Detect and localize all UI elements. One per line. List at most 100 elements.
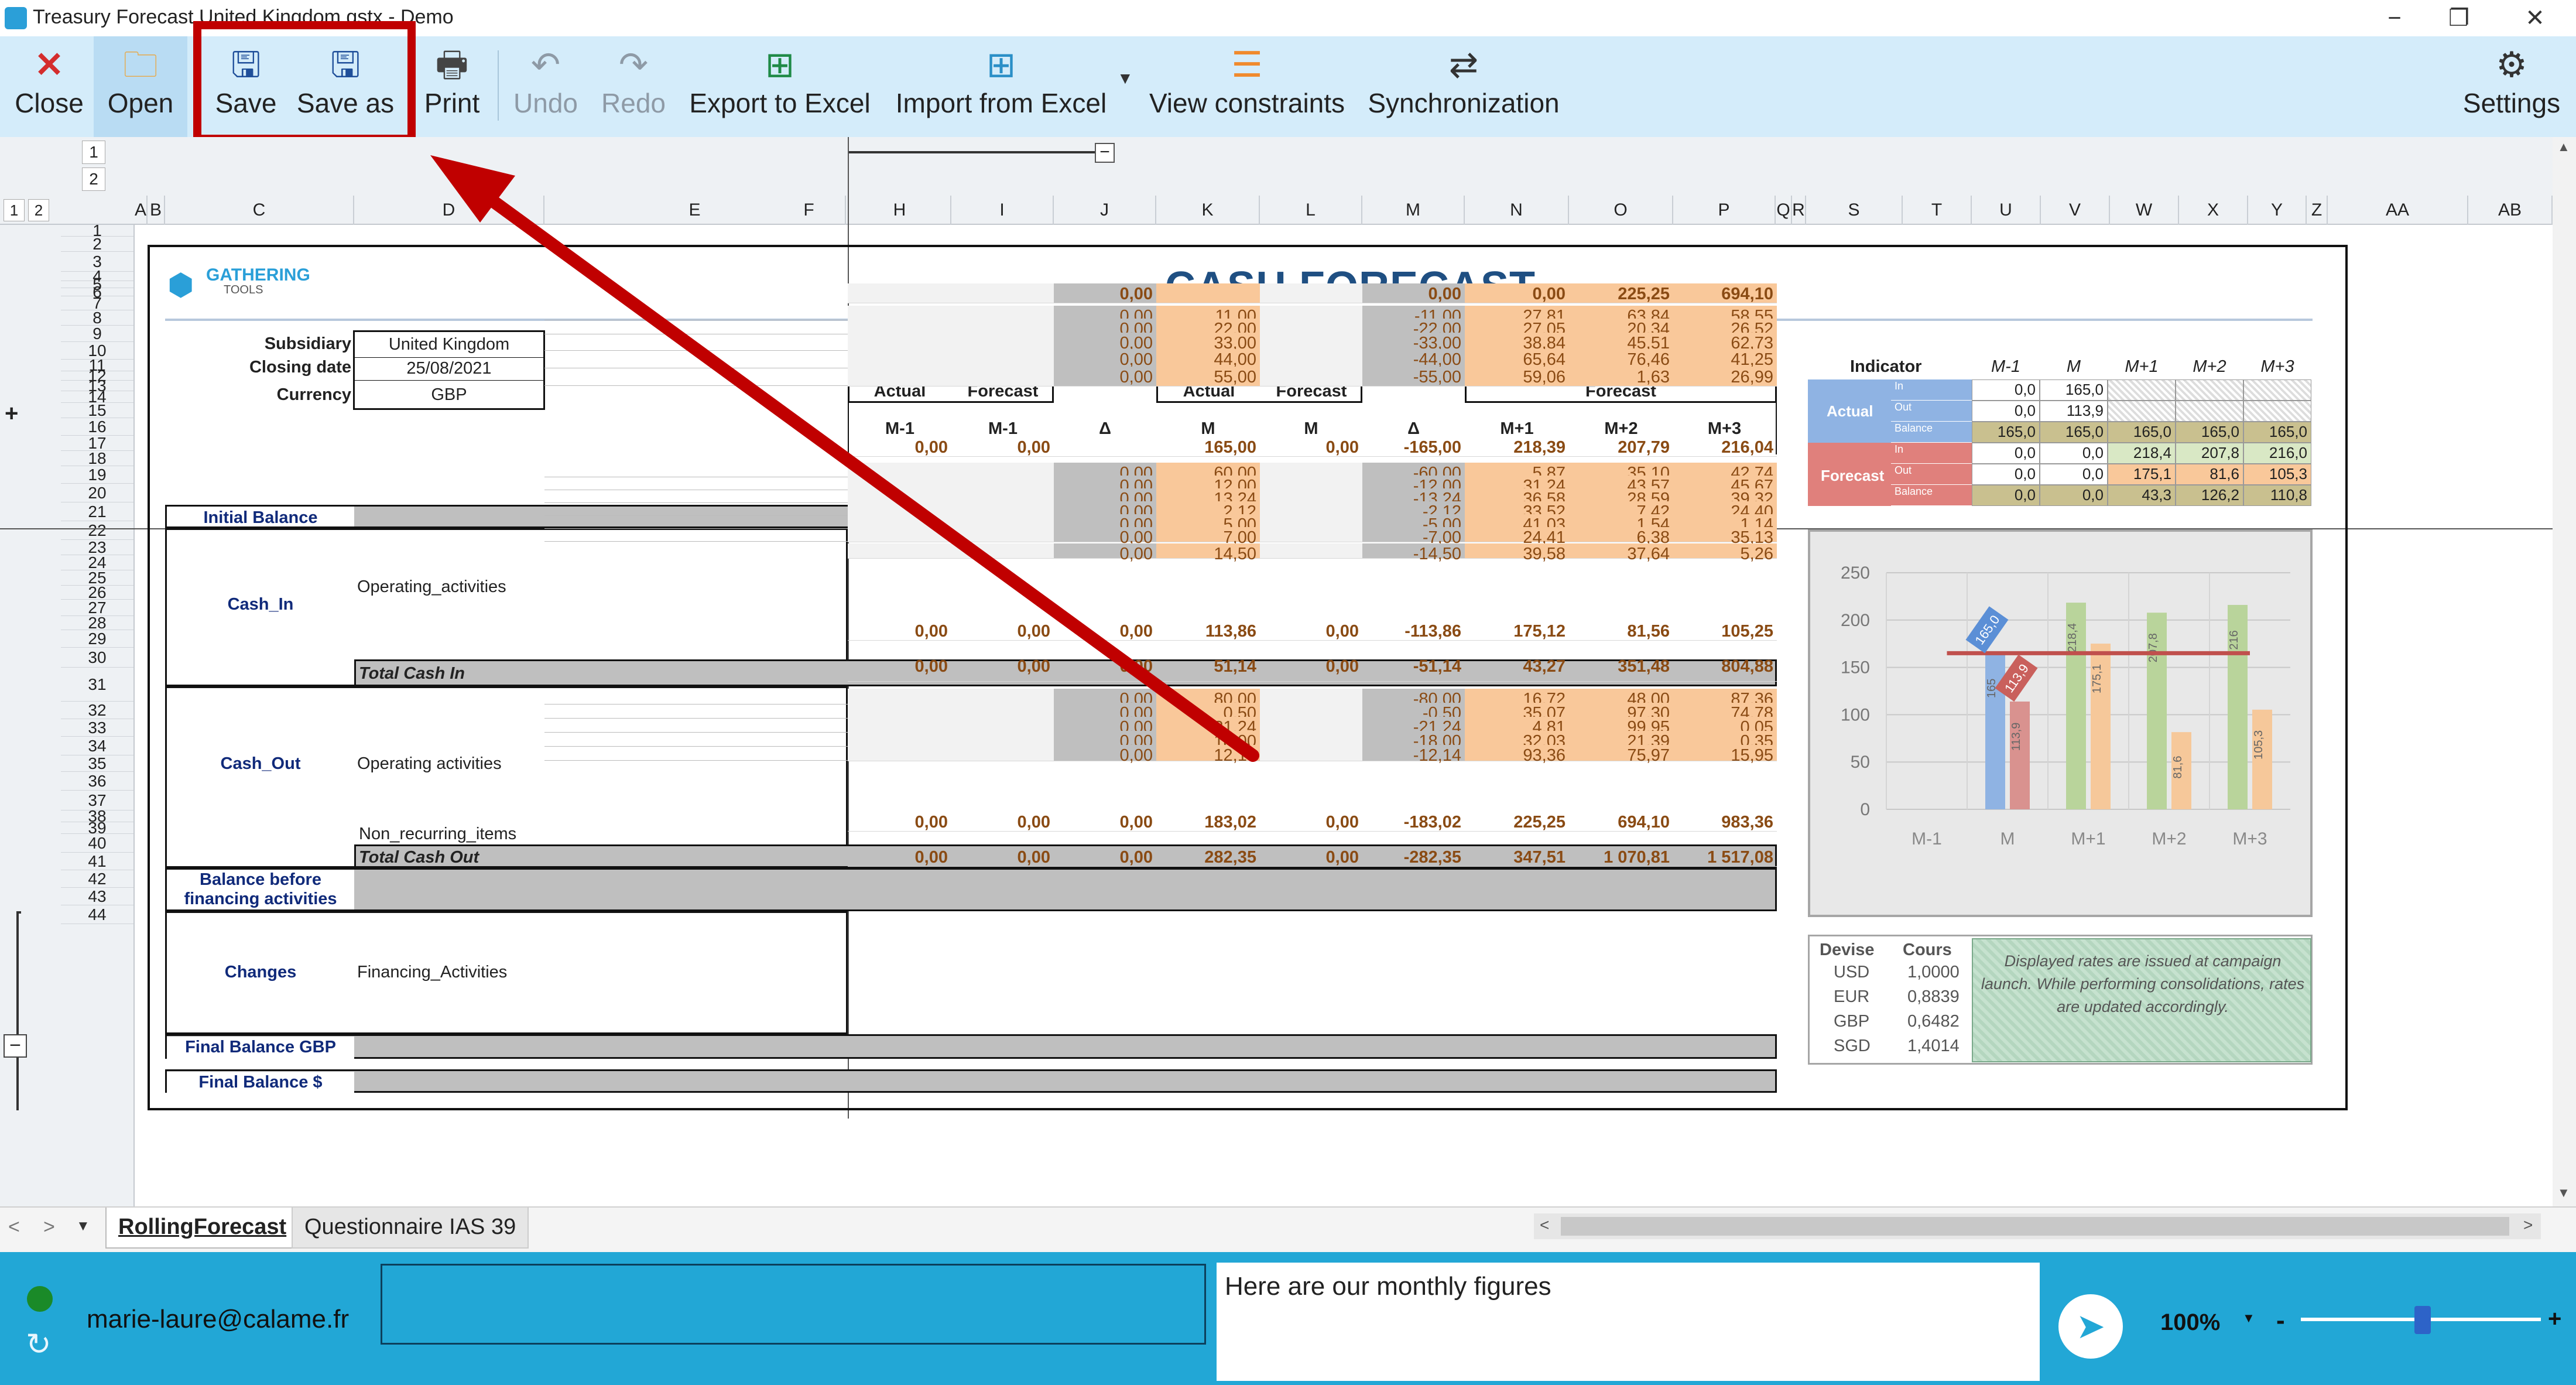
cell[interactable]: 347,51 <box>1465 847 1569 867</box>
cell[interactable]: 183,02 <box>1156 812 1260 832</box>
minimize-button[interactable]: − <box>2365 0 2424 36</box>
cell[interactable]: 39,58 <box>1465 543 1569 563</box>
cell[interactable] <box>1260 527 1362 542</box>
cell[interactable]: -12,14 <box>1362 745 1465 765</box>
zoom-slider-thumb[interactable] <box>2414 1306 2431 1334</box>
row-header-2[interactable]: 2 <box>61 236 133 252</box>
cell[interactable]: 0,00 <box>848 812 951 832</box>
row-header-43[interactable]: 43 <box>61 888 133 905</box>
cell[interactable]: 24,41 <box>1465 527 1569 547</box>
cell[interactable] <box>848 527 951 542</box>
col-header-d[interactable]: D <box>354 196 544 225</box>
cell[interactable]: 694,10 <box>1569 812 1673 832</box>
cell[interactable]: 694,10 <box>1673 283 1777 303</box>
cell[interactable] <box>951 543 1054 559</box>
cell[interactable] <box>848 367 951 387</box>
row-header-36[interactable]: 36 <box>61 772 133 791</box>
tab-list-dropdown-icon[interactable]: ▼ <box>76 1218 90 1234</box>
row-header-40[interactable]: 40 <box>61 834 133 853</box>
chat-message-input[interactable]: Here are our monthly figures <box>1217 1263 2040 1381</box>
col-header-f[interactable]: F <box>770 196 849 225</box>
col-header-i[interactable]: I <box>951 196 1054 225</box>
cell[interactable]: 43,27 <box>1465 656 1569 682</box>
cell[interactable]: 0,00 <box>848 621 951 641</box>
cell[interactable] <box>1260 543 1362 559</box>
col-header-j[interactable]: J <box>1054 196 1156 225</box>
cell[interactable]: 93,36 <box>1465 745 1569 765</box>
col-header-y[interactable]: Y <box>2248 196 2307 225</box>
row-level-2-button[interactable]: 2 <box>28 199 49 221</box>
row-header-19[interactable]: 19 <box>61 466 133 484</box>
cell[interactable]: 0,00 <box>1260 437 1362 457</box>
col-header-b[interactable]: B <box>148 196 165 225</box>
cell[interactable]: 175,12 <box>1465 621 1569 641</box>
cell[interactable] <box>951 349 1054 369</box>
row-header-22[interactable]: 22 <box>61 521 133 540</box>
cell[interactable]: 0,00 <box>1054 745 1156 765</box>
zoom-plus[interactable]: + <box>2548 1304 2561 1334</box>
cell[interactable]: 225,25 <box>1569 283 1673 303</box>
row-header-15[interactable]: 15 <box>61 402 133 419</box>
row-header-20[interactable]: 20 <box>61 484 133 502</box>
col-header-k[interactable]: K <box>1156 196 1260 225</box>
cell[interactable]: 0,00 <box>951 437 1054 457</box>
cell[interactable]: 165,00 <box>1156 437 1260 457</box>
cell[interactable]: 0,00 <box>1054 812 1156 832</box>
col-header-p[interactable]: P <box>1673 196 1776 225</box>
cell[interactable]: 15,95 <box>1673 745 1777 765</box>
cell[interactable]: 51,14 <box>1156 656 1260 682</box>
row-header-39[interactable]: 39 <box>61 820 133 836</box>
row-header-29[interactable]: 29 <box>61 630 133 648</box>
cell[interactable]: -14,50 <box>1362 543 1465 563</box>
cell[interactable]: 0,00 <box>1054 349 1156 369</box>
col-header-t[interactable]: T <box>1903 196 1972 225</box>
cell[interactable]: 0,00 <box>1054 527 1156 547</box>
cell[interactable]: 6,38 <box>1569 527 1673 547</box>
cell[interactable]: 14,50 <box>1156 543 1260 563</box>
import-dropdown-chevron-icon[interactable]: ▼ <box>1117 69 1133 88</box>
col-header-aa[interactable]: AA <box>2328 196 2468 225</box>
cell[interactable]: 113,86 <box>1156 621 1260 641</box>
h-scroll-left-icon[interactable]: < <box>1540 1216 1549 1234</box>
cell[interactable]: 1 517,08 <box>1673 847 1777 867</box>
col-header-q[interactable]: Q <box>1776 196 1792 225</box>
open-button[interactable]: 🗀 Open <box>94 36 187 137</box>
cell[interactable]: 44,00 <box>1156 349 1260 369</box>
cell[interactable]: 0,00 <box>1260 847 1362 867</box>
col-header-a[interactable]: A <box>135 196 148 225</box>
cell[interactable]: 76,46 <box>1569 349 1673 369</box>
column-group-collapse-button[interactable]: − <box>1095 143 1115 163</box>
send-button[interactable]: ➤ <box>2058 1294 2123 1359</box>
cell[interactable]: 1 070,81 <box>1569 847 1673 867</box>
row-header-34[interactable]: 34 <box>61 737 133 755</box>
cell[interactable] <box>1260 283 1362 303</box>
cell[interactable] <box>951 283 1054 303</box>
cell[interactable] <box>848 349 951 369</box>
cell[interactable] <box>848 745 951 761</box>
cell[interactable]: 0,00 <box>1362 283 1465 303</box>
cell[interactable]: 0,00 <box>1260 621 1362 641</box>
col-header-m[interactable]: M <box>1362 196 1465 225</box>
cell[interactable] <box>1260 745 1362 761</box>
col-header-u[interactable]: U <box>1972 196 2041 225</box>
cell[interactable]: 351,48 <box>1569 656 1673 682</box>
cell[interactable]: -282,35 <box>1362 847 1465 867</box>
cell[interactable]: 0,00 <box>951 847 1054 867</box>
cell[interactable]: 0,00 <box>951 656 1054 682</box>
row-header-28[interactable]: 28 <box>61 615 133 631</box>
cell[interactable] <box>1156 283 1260 303</box>
print-button[interactable]: 🖶 Print <box>417 43 487 131</box>
cell[interactable]: 26,99 <box>1673 367 1777 387</box>
col-header-x[interactable]: X <box>2179 196 2248 225</box>
cell[interactable]: -7,00 <box>1362 527 1465 547</box>
cell[interactable]: 0,00 <box>848 847 951 867</box>
col-header-c[interactable]: C <box>165 196 354 225</box>
import-from-excel-button[interactable]: ⊞ Import from Excel <box>890 43 1112 131</box>
redo-button[interactable]: ↷ Redo <box>592 43 674 131</box>
undo-button[interactable]: ↶ Undo <box>505 43 587 131</box>
cell[interactable]: -51,14 <box>1362 656 1465 682</box>
synchronization-button[interactable]: ⇄ Synchronization <box>1364 43 1563 131</box>
cell[interactable]: 55,00 <box>1156 367 1260 387</box>
cell[interactable]: 207,79 <box>1569 437 1673 457</box>
col-header-l[interactable]: L <box>1260 196 1362 225</box>
